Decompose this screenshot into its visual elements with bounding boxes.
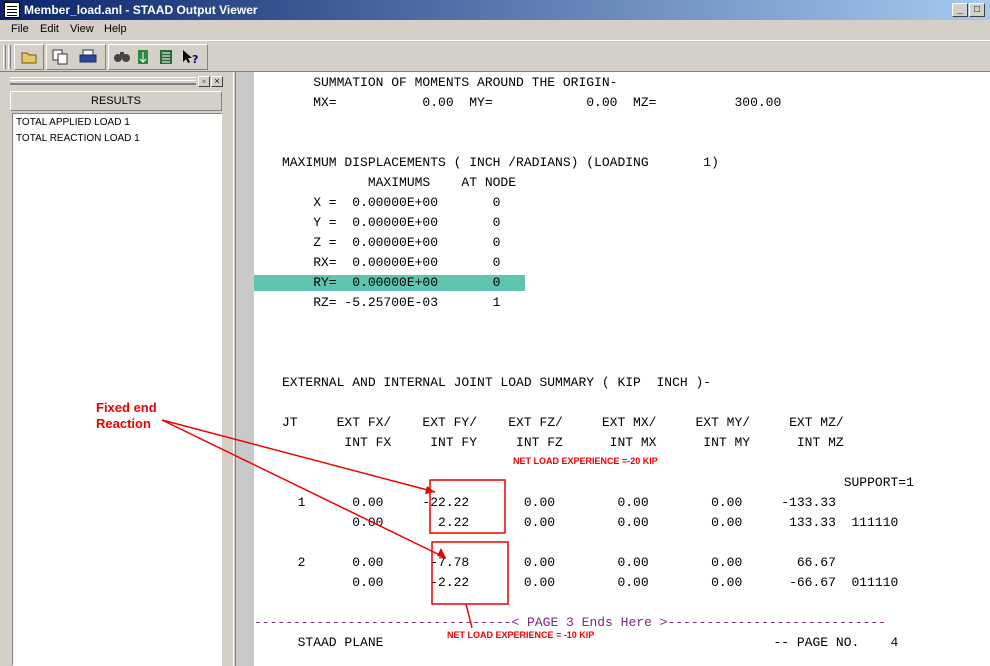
results-item-total-applied-load[interactable]: TOTAL APPLIED LOAD 1 (16, 117, 130, 128)
goto-icon[interactable] (135, 48, 153, 66)
pane-grip[interactable] (10, 77, 196, 85)
report-line: 1 0.00 -22.22 0.00 0.00 0.00 -133.33 (282, 495, 836, 510)
toolbar-group-file (14, 44, 44, 70)
context-help-icon[interactable]: ? (181, 48, 199, 66)
report-line: RY= 0.00000E+00 0 (282, 275, 501, 290)
report-line: 0.00 2.22 0.00 0.00 0.00 133.33 111110 (282, 515, 899, 530)
window-title: Member_load.anl - STAAD Output Viewer (24, 3, 258, 17)
report-line: Y = 0.00000E+00 0 (282, 215, 501, 230)
fixed-end-reaction-label: Fixed end Reaction (96, 400, 157, 431)
toolbar-group-nav: ? (108, 44, 208, 70)
report-gutter (236, 72, 254, 666)
report-view[interactable]: SUMMATION OF MOMENTS AROUND THE ORIGIN- … (254, 72, 990, 666)
report-line: Z = 0.00000E+00 0 (282, 235, 501, 250)
report-line: JT EXT FX/ EXT FY/ EXT FZ/ EXT MX/ EXT M… (282, 415, 844, 430)
report-line: MAXIMUMS AT NODE (282, 175, 517, 190)
toolbar: ? (0, 40, 990, 72)
copy-icon[interactable] (51, 48, 69, 66)
menu-bar: File Edit View Help (0, 20, 990, 40)
find-icon[interactable] (113, 48, 131, 66)
report-line: SUMMATION OF MOMENTS AROUND THE ORIGIN- (282, 75, 618, 90)
menu-file[interactable]: File (11, 23, 29, 35)
maximize-button[interactable]: □ (969, 3, 985, 17)
menu-edit[interactable]: Edit (40, 23, 59, 35)
results-list[interactable]: TOTAL APPLIED LOAD 1 TOTAL REACTION LOAD… (12, 113, 222, 666)
report-line: EXTERNAL AND INTERNAL JOINT LOAD SUMMARY… (282, 375, 712, 390)
net-load-label-2: NET LOAD EXPERIENCE = -10 KIP (447, 630, 595, 640)
report-line: 2 0.00 -7.78 0.00 0.00 0.00 66.67 (282, 555, 836, 570)
results-header: RESULTS (10, 91, 222, 111)
minimize-button[interactable]: _ (952, 3, 968, 17)
toolbar-grip-2[interactable] (8, 45, 11, 69)
report-line: INT FX INT FY INT FZ INT MX INT MY INT M… (282, 435, 844, 450)
svg-text:?: ? (192, 53, 198, 66)
list-icon[interactable] (157, 48, 175, 66)
toolbar-grip[interactable] (3, 45, 6, 69)
menu-help[interactable]: Help (104, 23, 127, 35)
report-line: MX= 0.00 MY= 0.00 MZ= 300.00 (282, 95, 782, 110)
pane-close-button[interactable]: × (211, 76, 223, 87)
open-folder-icon[interactable] (20, 48, 38, 66)
report-line: SUPPORT=1 (282, 475, 914, 490)
menu-view[interactable]: View (70, 23, 94, 35)
page-break-line: ---------------------------------< PAGE … (254, 615, 886, 630)
results-pane: ▫ × RESULTS TOTAL APPLIED LOAD 1 TOTAL R… (0, 72, 233, 666)
toolbar-group-edit (46, 44, 106, 70)
app-document-icon[interactable] (4, 2, 20, 18)
results-item-total-reaction-load[interactable]: TOTAL REACTION LOAD 1 (16, 133, 140, 144)
report-line: MAXIMUM DISPLACEMENTS ( INCH /RADIANS) (… (282, 155, 719, 170)
report-line: RX= 0.00000E+00 0 (282, 255, 501, 270)
report-line: 0.00 -2.22 0.00 0.00 0.00 -66.67 011110 (282, 575, 899, 590)
pane-restore-button[interactable]: ▫ (198, 76, 210, 87)
print-icon[interactable] (79, 48, 97, 66)
title-bar: Member_load.anl - STAAD Output Viewer _ … (0, 0, 990, 20)
report-line: RZ= -5.25700E-03 1 (282, 295, 501, 310)
net-load-label-1: NET LOAD EXPERIENCE =-20 KIP (513, 456, 658, 466)
report-line: X = 0.00000E+00 0 (282, 195, 501, 210)
